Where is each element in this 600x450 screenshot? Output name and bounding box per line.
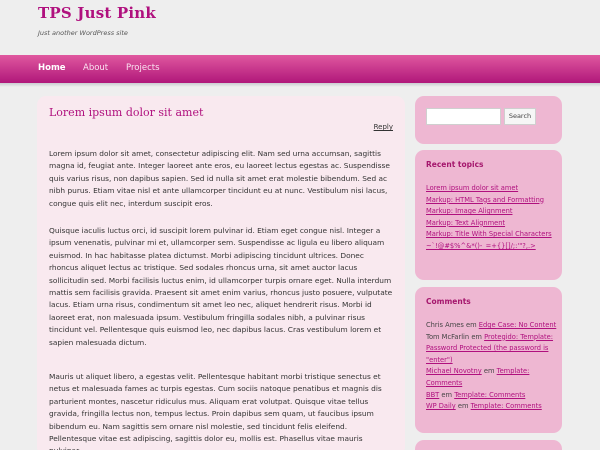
next-widget: [415, 440, 562, 450]
list-item: Chris Ames em Edge Case: No Content: [426, 320, 561, 332]
search-widget: Search: [415, 96, 562, 144]
comment-author-link[interactable]: BBT: [426, 391, 439, 399]
nav-item-about[interactable]: About: [83, 63, 108, 73]
comment-post-link[interactable]: Edge Case: No Content: [479, 321, 557, 329]
list-item: Markup: Image Alignment: [426, 206, 561, 218]
list-item: Tom McFarlin em Protegido: Template: Pas…: [426, 332, 561, 367]
list-item: Lorem ipsum dolor sit amet: [426, 183, 561, 195]
search-button[interactable]: Search: [504, 108, 536, 125]
list-item: Markup: HTML Tags and Formatting: [426, 195, 561, 207]
comments-list: Chris Ames em Edge Case: No Content Tom …: [426, 320, 561, 413]
site-title[interactable]: TPS Just Pink: [38, 4, 156, 22]
nav-item-home[interactable]: Home: [38, 63, 66, 73]
list-item: Michael Novotny em Template: Comments: [426, 366, 561, 389]
post-title[interactable]: Lorem ipsum dolor sit amet: [49, 106, 203, 119]
site-header: TPS Just Pink Just another WordPress sit…: [0, 0, 600, 55]
recent-topic-link[interactable]: Lorem ipsum dolor sit amet: [426, 184, 518, 192]
comment-post-link[interactable]: Template: Comments: [454, 391, 525, 399]
comment-connector: em: [457, 402, 469, 411]
search-input[interactable]: [426, 108, 501, 125]
comment-connector: em: [465, 321, 477, 329]
comment-author: Chris Ames: [426, 321, 464, 329]
post-paragraph-2: Quisque iaculis luctus orci, id suscipit…: [49, 226, 393, 347]
comment-connector: em: [471, 332, 482, 341]
recent-topics-title: Recent topics: [426, 160, 484, 169]
comments-widget: Comments Chris Ames em Edge Case: No Con…: [415, 287, 562, 433]
recent-topic-link[interactable]: Markup: Text Alignment: [426, 219, 505, 227]
comments-title: Comments: [426, 297, 471, 306]
post-paragraph-3: Mauris ut aliquet libero, a egestas veli…: [49, 372, 382, 450]
post-paragraph-1: Lorem ipsum dolor sit amet, consectetur …: [49, 149, 390, 208]
list-item: Markup: Text Alignment: [426, 218, 561, 230]
comment-connector: em: [441, 390, 453, 399]
recent-topic-link[interactable]: Markup: Title With Special Characters ~`…: [426, 230, 552, 250]
comment-connector: em: [483, 367, 495, 376]
comment-author-link[interactable]: WP Daily: [426, 402, 456, 410]
nav-item-projects[interactable]: Projects: [126, 63, 160, 73]
nav-shadow: [0, 83, 600, 87]
comment-author-link[interactable]: Michael Novotny: [426, 367, 482, 375]
list-item: WP Daily em Template: Comments: [426, 401, 561, 413]
list-item: Markup: Title With Special Characters ~`…: [426, 229, 561, 252]
list-item: BBT em Template: Comments: [426, 390, 561, 402]
comment-author: Tom McFarlin: [426, 332, 470, 341]
site-description: Just another WordPress site: [38, 29, 128, 37]
recent-topic-link[interactable]: Markup: Image Alignment: [426, 207, 512, 215]
recent-topics-list: Lorem ipsum dolor sit amet Markup: HTML …: [426, 183, 561, 253]
comment-post-link[interactable]: Template: Comments: [471, 402, 542, 410]
reply-link[interactable]: Reply: [374, 123, 393, 131]
recent-topic-link[interactable]: Markup: HTML Tags and Formatting: [426, 196, 544, 204]
post-content: Lorem ipsum dolor sit amet Reply Lorem i…: [37, 96, 405, 450]
main-navigation: Home About Projects: [0, 55, 600, 83]
recent-topics-widget: Recent topics Lorem ipsum dolor sit amet…: [415, 150, 562, 280]
